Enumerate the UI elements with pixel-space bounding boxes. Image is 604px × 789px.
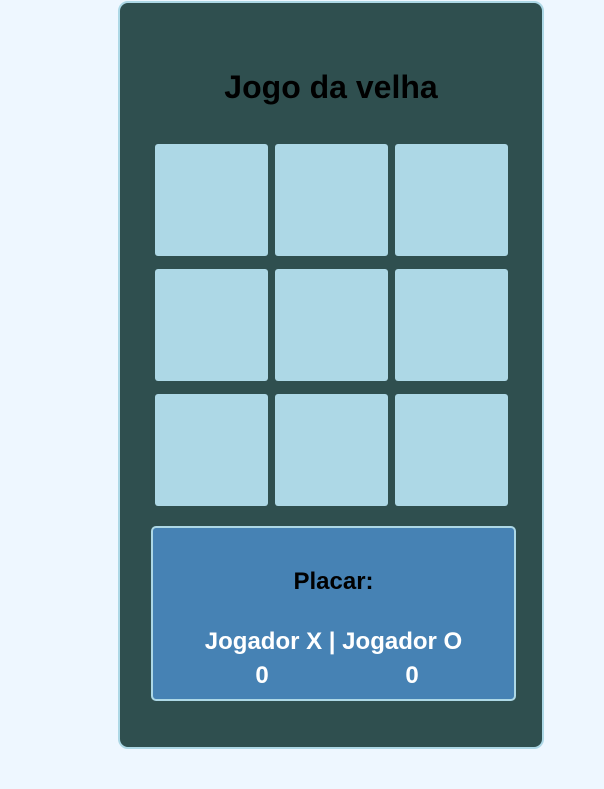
score-player-o: 0: [405, 662, 419, 689]
board-cell-5[interactable]: [275, 269, 388, 381]
board-cell-3[interactable]: [395, 144, 508, 256]
scoreboard: Placar: Jogador X | Jogador O 0 0: [151, 526, 516, 701]
board-cell-7[interactable]: [155, 394, 268, 506]
game-board: [155, 144, 508, 506]
board-cell-1[interactable]: [155, 144, 268, 256]
board-cell-8[interactable]: [275, 394, 388, 506]
board-cell-9[interactable]: [395, 394, 508, 506]
game-panel: Jogo da velha Placar: Jogador X | Jogado…: [118, 1, 544, 749]
score-player-x: 0: [255, 662, 269, 689]
scoreboard-players-label: Jogador X | Jogador O: [204, 628, 463, 655]
scoreboard-title: Placar:: [293, 568, 374, 595]
board-cell-2[interactable]: [275, 144, 388, 256]
board-cell-6[interactable]: [395, 269, 508, 381]
game-title: Jogo da velha: [224, 69, 438, 105]
board-cell-4[interactable]: [155, 269, 268, 381]
